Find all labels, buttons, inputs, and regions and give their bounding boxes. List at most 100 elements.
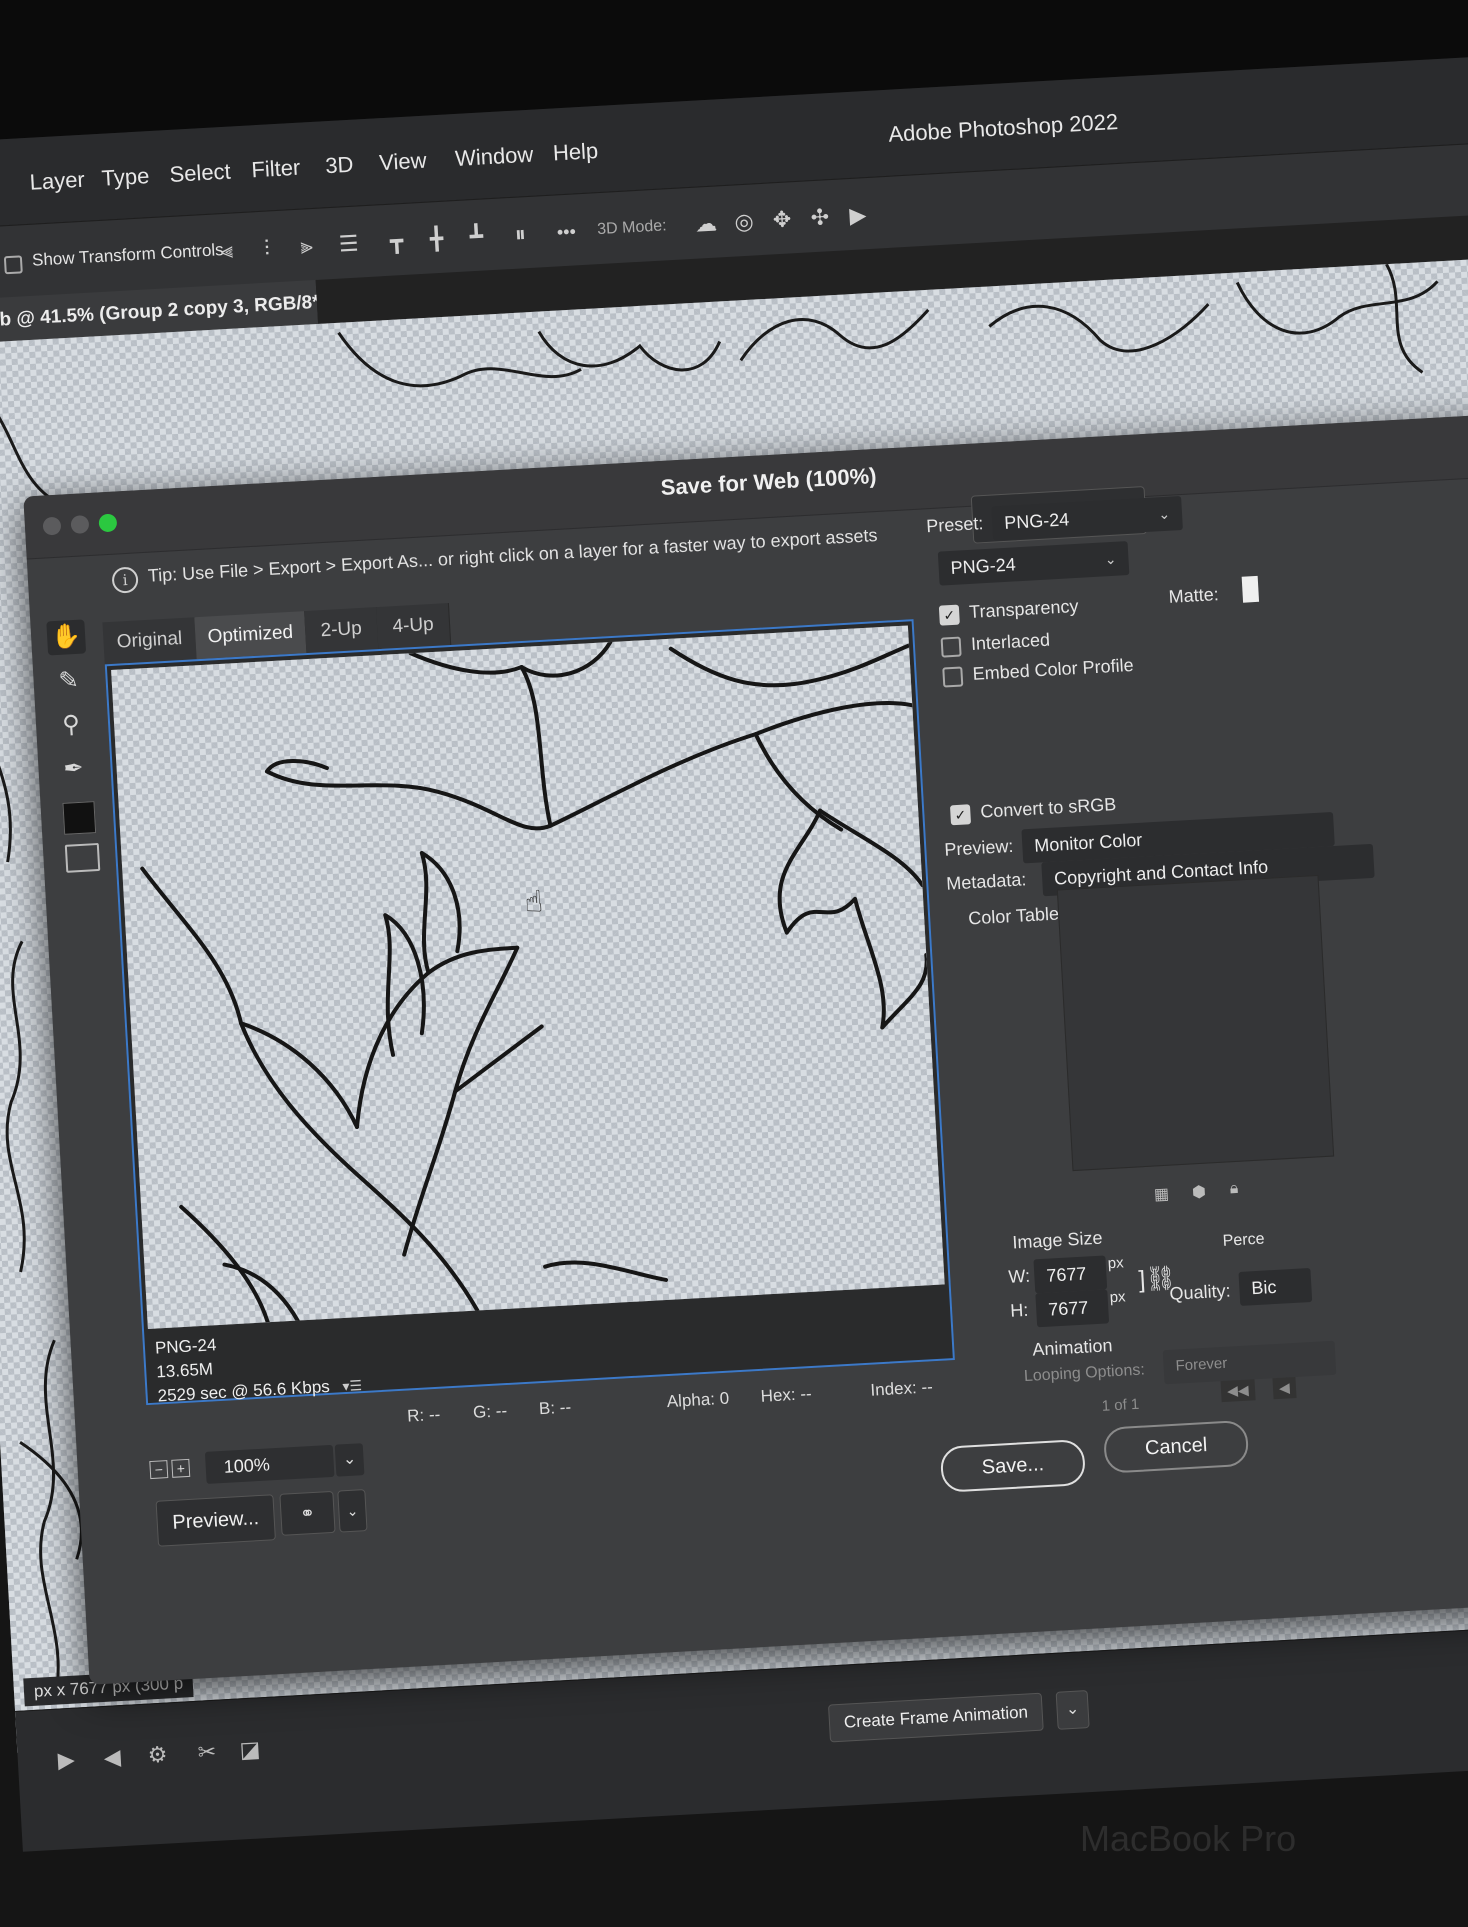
- menu-filter[interactable]: Filter: [251, 155, 301, 184]
- screen-content: age Layer Type Select Filter 3D View Win…: [0, 0, 1468, 1920]
- looping-options-select[interactable]: Forever: [1162, 1340, 1337, 1385]
- tab-2-up[interactable]: 2-Up: [304, 607, 380, 654]
- settings-gear-icon[interactable]: ⚙: [147, 1742, 168, 1769]
- app-title: Adobe Photoshop 2022: [887, 108, 1119, 147]
- audio-icon[interactable]: ◀: [103, 1744, 121, 1771]
- align-right-icon[interactable]: ⫸: [293, 233, 320, 260]
- camera-3d-icon[interactable]: ▶: [844, 202, 871, 229]
- percent-label: Perce: [1222, 1230, 1265, 1250]
- chevron-down-icon[interactable]: ⌄: [1055, 1690, 1090, 1730]
- menu-layer[interactable]: Layer: [29, 167, 85, 196]
- optimized-preview-pane[interactable]: ☝ PNG-24 13.65M 2529 sec @ 56.6 Kbps ▾☰: [104, 619, 955, 1408]
- align-top-icon[interactable]: ┳: [383, 228, 410, 255]
- interlaced-checkbox[interactable]: [940, 636, 962, 658]
- eyedropper-color-swatch[interactable]: [62, 801, 97, 835]
- map-transparency-icon[interactable]: ▦: [1153, 1184, 1170, 1205]
- preview-in-browser-button[interactable]: Preview...: [155, 1494, 276, 1547]
- convert-to-srgb-label: Convert to sRGB: [979, 794, 1117, 822]
- readout-index: Index: --: [869, 1377, 934, 1400]
- chevron-down-icon: ⌄: [1104, 550, 1117, 568]
- roll-3d-icon[interactable]: ◎: [730, 208, 757, 235]
- zoom-in-icon[interactable]: +: [171, 1458, 191, 1478]
- slide-3d-icon[interactable]: ✣: [806, 204, 833, 231]
- menu-list-icon[interactable]: ▾☰: [342, 1377, 362, 1394]
- distribute-horizontal-icon[interactable]: ⏸: [507, 221, 534, 248]
- chevron-down-icon[interactable]: ⌄: [334, 1443, 365, 1477]
- chevron-down-icon: ⌄: [1157, 505, 1171, 523]
- preview-line-art: [140, 640, 929, 1325]
- readout-g: G: --: [472, 1401, 508, 1422]
- toggle-slices-icon[interactable]: [64, 842, 101, 873]
- embed-color-profile-checkbox[interactable]: [942, 666, 964, 688]
- distribute-vertical-icon[interactable]: ☰: [335, 230, 362, 257]
- zoom-level-field[interactable]: 100%: [204, 1444, 335, 1484]
- matte-color-swatch[interactable]: [1241, 575, 1260, 603]
- format-select[interactable]: PNG-24 ⌄: [937, 541, 1130, 586]
- optimization-settings: Preset: PNG-24 ⌄ PNG-24 ⌄ Matte: ✓ Trans…: [925, 475, 1468, 1415]
- readout-alpha: Alpha: 0: [666, 1388, 730, 1412]
- zoom-out-icon[interactable]: −: [149, 1460, 169, 1480]
- previous-frame-icon[interactable]: ◀: [1272, 1376, 1297, 1400]
- create-frame-animation-button[interactable]: Create Frame Animation: [827, 1692, 1045, 1743]
- tab-original[interactable]: Original: [102, 617, 198, 665]
- pan-3d-icon[interactable]: ✥: [768, 206, 795, 233]
- transition-icon[interactable]: ◪: [239, 1736, 261, 1763]
- width-unit: px: [1107, 1254, 1125, 1273]
- width-field[interactable]: 7677: [1033, 1255, 1108, 1294]
- preview-image[interactable]: ☝: [111, 625, 945, 1329]
- info-icon: i: [111, 566, 139, 594]
- split-scissors-icon[interactable]: ✂: [197, 1739, 217, 1766]
- tab-optimized[interactable]: Optimized: [194, 611, 308, 660]
- quality-select[interactable]: Bic: [1238, 1267, 1313, 1306]
- preset-value: PNG-24: [1003, 509, 1070, 533]
- menu-window[interactable]: Window: [454, 142, 534, 172]
- align-middle-icon[interactable]: ╋: [423, 225, 450, 252]
- menu-view[interactable]: View: [378, 148, 427, 177]
- readout-hex: Hex: --: [760, 1384, 813, 1406]
- embed-color-profile-label: Embed Color Profile: [972, 654, 1135, 684]
- align-bottom-icon[interactable]: ┻: [463, 223, 490, 250]
- preset-select[interactable]: PNG-24 ⌄: [991, 495, 1183, 541]
- zoom-controls: − + 100% ⌄: [149, 1443, 365, 1491]
- browser-icon[interactable]: ⚭: [279, 1490, 336, 1536]
- chevron-down-icon[interactable]: ⌄: [337, 1489, 368, 1533]
- color-table-label: Color Table: [967, 903, 1060, 929]
- height-field[interactable]: 7677: [1035, 1289, 1110, 1328]
- hand-tool-icon[interactable]: ✋: [46, 619, 87, 656]
- eyedropper-tool-icon[interactable]: ✒: [54, 751, 94, 787]
- save-button[interactable]: Save...: [939, 1438, 1087, 1493]
- color-table[interactable]: [1056, 874, 1335, 1172]
- tab-4-up[interactable]: 4-Up: [375, 603, 452, 650]
- menu-type[interactable]: Type: [101, 163, 150, 192]
- menu-select[interactable]: Select: [169, 159, 232, 188]
- transparency-label: Transparency: [968, 595, 1079, 622]
- first-frame-icon[interactable]: ◀◀: [1220, 1379, 1256, 1403]
- slice-select-tool-icon[interactable]: ✎: [49, 663, 89, 699]
- dialog-toolbox: ✋ ✎ ⚲ ✒: [38, 619, 108, 882]
- menu-3d[interactable]: 3D: [325, 152, 355, 180]
- matte-label: Matte:: [1168, 584, 1220, 607]
- play-icon[interactable]: ▶: [57, 1747, 75, 1774]
- transparency-checkbox[interactable]: ✓: [938, 604, 960, 626]
- preview-label: Preview:: [943, 835, 1014, 860]
- convert-to-srgb-checkbox[interactable]: ✓: [949, 804, 972, 826]
- lock-color-icon[interactable]: 🔒︎: [1229, 1180, 1239, 1198]
- show-transform-controls-label: Show Transform Controls: [31, 240, 225, 270]
- frame-counter: 1 of 1: [1101, 1395, 1140, 1415]
- more-options-icon[interactable]: •••: [553, 218, 580, 245]
- orbit-3d-icon[interactable]: ☁: [692, 210, 719, 237]
- height-label: H:: [1009, 1299, 1029, 1321]
- show-transform-controls-checkbox[interactable]: [3, 255, 23, 275]
- zoom-tool-icon[interactable]: ⚲: [51, 707, 91, 743]
- width-label: W:: [1007, 1265, 1031, 1287]
- align-center-icon[interactable]: ⫶: [253, 235, 280, 262]
- cancel-button[interactable]: Cancel: [1102, 1419, 1250, 1474]
- looping-options-label: Looping Options:: [1023, 1361, 1146, 1386]
- align-left-icon[interactable]: ⫷: [213, 237, 240, 264]
- format-value: PNG-24: [950, 554, 1017, 578]
- menu-help[interactable]: Help: [552, 138, 599, 166]
- 3d-mode-label: 3D Mode:: [596, 217, 668, 239]
- web-snap-cube-icon[interactable]: ⬢: [1191, 1182, 1206, 1203]
- preview-info: PNG-24 13.65M 2529 sec @ 56.6 Kbps ▾☰: [154, 1325, 362, 1408]
- laptop-brand-label: MacBook Pro: [1080, 1818, 1297, 1859]
